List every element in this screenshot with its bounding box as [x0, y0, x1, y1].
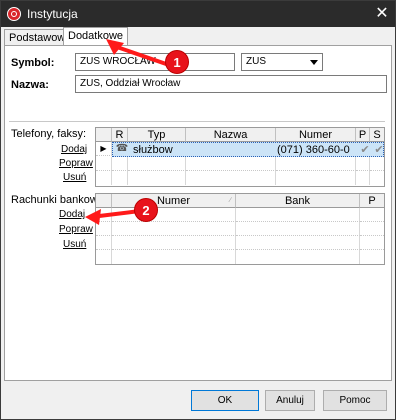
symbol-select[interactable]: ZUS — [241, 53, 323, 71]
checkmark-icon: ✔ — [360, 144, 370, 156]
phone-type-cell: służbow — [133, 144, 173, 156]
phones-add-link[interactable]: Dodaj — [61, 144, 87, 155]
row-indicator-icon: ▶ — [96, 142, 112, 156]
column-header[interactable]: Nazwa — [186, 128, 276, 142]
grid-cell — [370, 171, 384, 185]
phones-delete-link[interactable]: Usuń — [63, 172, 86, 183]
window-title: Instytucja — [27, 7, 78, 21]
arrowhead-icon — [85, 209, 101, 225]
grid-cell — [276, 157, 356, 171]
arrowhead-icon — [106, 39, 124, 55]
cancel-button[interactable]: Anuluj — [265, 390, 315, 411]
grid-cell — [236, 222, 360, 236]
grid-cell — [370, 157, 384, 171]
title-bar: Instytucja ✕ — [1, 1, 395, 27]
nazwa-input[interactable]: ZUS, Oddział Wrocław — [75, 75, 387, 93]
ok-button[interactable]: OK — [191, 390, 259, 411]
grid-cell — [96, 250, 112, 264]
grid-cell — [186, 157, 276, 171]
grid-cell — [112, 222, 236, 236]
column-header[interactable]: Numer ∕ — [112, 194, 236, 208]
grid-cell — [112, 171, 128, 185]
dialog-window: Instytucja ✕ Podstawowe Dodatkowe Symbol… — [0, 0, 396, 420]
grid-cell — [236, 250, 360, 264]
accounts-add-link[interactable]: Dodaj — [59, 209, 85, 220]
grid-cell — [112, 157, 128, 171]
table-row[interactable]: ☎ służbow (071) 360-60-0 ✔ ✔ — [112, 142, 384, 157]
column-header-label: Numer — [156, 195, 190, 207]
help-button[interactable]: Pomoc — [323, 390, 387, 411]
annotation-badge-1: 1 — [165, 50, 189, 74]
grid-cell — [276, 171, 356, 185]
grid-cell — [112, 250, 236, 264]
phone-icon: ☎ — [115, 143, 129, 154]
column-header[interactable]: P — [360, 194, 384, 208]
accounts-delete-link[interactable]: Usuń — [63, 239, 86, 250]
column-header[interactable]: Typ — [128, 128, 186, 142]
grid-cell — [96, 236, 112, 250]
symbol-label: Symbol: — [11, 57, 55, 69]
app-icon — [7, 7, 21, 21]
column-header[interactable]: Bank — [236, 194, 360, 208]
grid-cell — [360, 250, 384, 264]
column-header[interactable]: S — [370, 128, 384, 142]
grid-cell — [360, 236, 384, 250]
separator — [9, 121, 385, 122]
grid-cell — [356, 171, 370, 185]
grid-cell — [128, 171, 186, 185]
close-icon[interactable]: ✕ — [371, 3, 393, 25]
row-indicator-header — [96, 194, 112, 208]
phones-grid[interactable]: R Typ Nazwa Numer P S ▶ ☎ służbow (071) … — [95, 127, 385, 187]
grid-cell — [236, 236, 360, 250]
nazwa-label: Nazwa: — [11, 79, 49, 91]
grid-cell — [128, 157, 186, 171]
grid-cell — [186, 171, 276, 185]
phones-edit-link[interactable]: Popraw — [59, 158, 93, 169]
grid-cell — [96, 157, 112, 171]
grid-cell — [96, 171, 112, 185]
sort-icon: ∕ — [229, 197, 231, 204]
checkmark-icon: ✔ — [374, 144, 384, 156]
phone-number-cell: (071) 360-60-0 — [277, 144, 350, 156]
row-indicator-header — [96, 128, 112, 142]
symbol-select-value: ZUS — [246, 56, 266, 67]
phones-section-label: Telefony, faksy: — [11, 128, 86, 140]
grid-cell — [360, 208, 384, 222]
grid-cell — [360, 222, 384, 236]
accounts-section-label: Rachunki bankowe: — [11, 194, 108, 206]
column-header[interactable]: Numer — [276, 128, 356, 142]
grid-cell — [112, 236, 236, 250]
grid-cell — [356, 157, 370, 171]
column-header[interactable]: P — [356, 128, 370, 142]
grid-cell — [236, 208, 360, 222]
annotation-badge-2: 2 — [134, 198, 158, 222]
chevron-down-icon — [310, 60, 318, 65]
column-header[interactable]: R — [112, 128, 128, 142]
